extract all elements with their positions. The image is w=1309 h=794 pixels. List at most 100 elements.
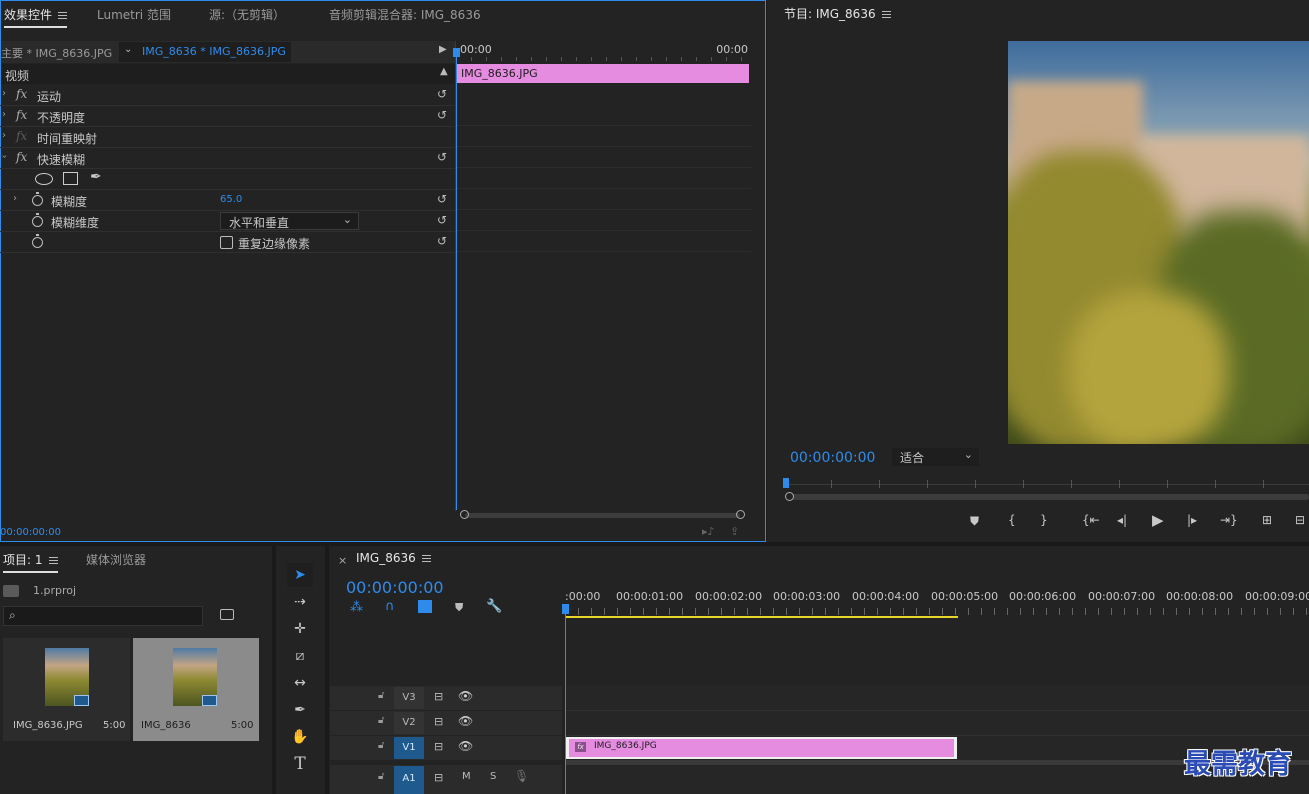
blur-amount-value[interactable]: 65.0 [220,194,242,205]
ec-zoom-scrollbar[interactable] [460,510,745,520]
lock-icon[interactable]: 🔓︎ [378,771,384,782]
sync-lock-icon[interactable]: ⊟ [434,771,443,784]
reset-icon[interactable]: ↺ [437,87,447,101]
zoom-fit-select[interactable]: 适合 ⌄ [892,448,979,466]
program-zoom-scrollbar[interactable] [785,492,1309,502]
go-to-in-icon[interactable]: {⇤ [1082,513,1100,527]
blur-dimension-select[interactable]: 水平和垂直 ⌄ [220,212,359,230]
tab-project[interactable]: 项目: 1 [3,551,58,573]
go-to-out-icon[interactable]: ⇥} [1220,513,1238,527]
lock-icon[interactable]: 🔓︎ [378,715,384,726]
fx-icon[interactable]: fx [16,108,27,122]
ec-timecode[interactable]: 00:00:00:00 [0,527,61,538]
chevron-down-icon[interactable]: › [0,155,10,159]
scroll-left-handle[interactable] [785,492,794,501]
clip-selector-dropdown[interactable]: ⌄ IMG_8636 * IMG_8636.JPG [119,42,291,62]
panel-menu-icon[interactable] [48,557,58,564]
track-target-v1[interactable]: V1 [394,737,424,759]
play-icon[interactable]: ▶ [1152,511,1164,529]
project-item-jpg[interactable]: IMG_8636.JPG 5:00 [3,638,130,741]
tab-effect-controls[interactable]: 效果控件 [4,6,68,28]
effect-row-time-remap[interactable]: › fx 时间重映射 [0,127,455,148]
ellipse-mask-icon[interactable] [35,173,53,185]
timeline-ruler[interactable]: :00:00 00:00:01:00 00:00:02:00 00:00:03:… [565,588,1309,618]
program-timecode[interactable]: 00:00:00:00 [790,450,875,466]
eye-icon[interactable]: 👁︎ [458,689,473,703]
tab-source[interactable]: 源:（无剪辑） [209,6,285,23]
repeat-edge-checkbox[interactable] [220,236,233,249]
fx-icon[interactable]: fx [16,150,27,164]
hand-tool-icon[interactable]: ✋ [287,725,313,749]
track-select-tool-icon[interactable]: ⇢ [287,590,313,614]
new-search-bin-icon[interactable] [220,609,234,620]
program-video-frame[interactable] [1008,41,1309,444]
type-tool-icon[interactable]: T [287,752,313,776]
pen-mask-icon[interactable]: ✒ [90,169,102,185]
ripple-edit-tool-icon[interactable]: ✛ [287,617,313,641]
timeline-playhead-handle[interactable] [562,604,569,614]
reset-icon[interactable]: ↺ [437,108,447,122]
add-marker-icon[interactable]: ⛊ [455,601,463,615]
tab-lumetri-scopes[interactable]: Lumetri 范围 [97,6,171,23]
rectangle-mask-icon[interactable] [63,172,78,185]
linked-selection-icon[interactable] [418,600,432,613]
selection-tool-icon[interactable]: ➤ [287,563,313,587]
mark-out-icon[interactable]: } [1040,513,1048,527]
reset-icon[interactable]: ↺ [437,192,447,206]
play-audio-icon[interactable]: ▸♪ [702,525,715,538]
work-area-bar[interactable] [566,616,958,618]
timeline-clip-v1[interactable]: fx IMG_8636.JPG [566,737,957,759]
chevron-right-icon[interactable]: › [2,130,6,141]
scroll-right-handle[interactable] [736,510,745,519]
track-target-v2[interactable]: V2 [394,712,424,734]
lift-icon[interactable]: ⊞ [1262,513,1272,527]
add-marker-icon[interactable]: ⛊ [970,514,979,529]
ec-clip-bar[interactable]: IMG_8636.JPG [457,64,749,83]
eye-icon[interactable]: 👁︎ [458,714,473,728]
settings-wrench-icon[interactable]: 🔧 [486,599,502,614]
sync-lock-icon[interactable]: ⊟ [434,740,443,753]
stopwatch-icon[interactable] [32,213,43,227]
mute-button[interactable]: M [462,771,471,782]
nest-icon[interactable]: ⁂ [350,600,363,615]
project-search-input[interactable]: ⌕ [3,606,203,626]
tab-media-browser[interactable]: 媒体浏览器 [86,551,146,568]
microphone-icon[interactable]: 🎙︎ [514,769,529,783]
step-back-icon[interactable]: ◂| [1117,513,1127,527]
close-icon[interactable]: × [338,554,347,567]
play-only-clip-icon[interactable]: ▶ [439,44,447,55]
slip-tool-icon[interactable]: ↔ [287,671,313,695]
stopwatch-icon[interactable] [32,234,43,248]
chevron-right-icon[interactable]: › [13,193,17,204]
step-forward-icon[interactable]: |▸ [1187,513,1197,527]
lock-icon[interactable]: 🔓︎ [378,690,384,701]
fx-icon[interactable]: fx [16,87,27,101]
chevron-right-icon[interactable]: › [2,88,6,99]
track-target-a1[interactable]: A1 [394,766,424,794]
tab-audio-clip-mixer[interactable]: 音频剪辑混合器: IMG_8636 [329,6,481,23]
eye-icon[interactable]: 👁︎ [458,739,473,753]
project-item-sequence[interactable]: IMG_8636 5:00 [133,638,259,741]
reset-icon[interactable]: ↺ [437,234,447,248]
panel-menu-icon[interactable] [881,11,891,18]
pen-tool-icon[interactable]: ✒ [287,698,313,722]
export-icon[interactable]: ⇪ [730,525,739,538]
mark-in-icon[interactable]: { [1008,513,1016,527]
program-monitor-title[interactable]: 节目: IMG_8636 [784,5,891,22]
collapse-up-icon[interactable]: ▲ [440,66,448,77]
sync-lock-icon[interactable]: ⊟ [434,715,443,728]
tab-sequence[interactable]: IMG_8636 [356,551,431,565]
program-playhead-icon[interactable] [783,478,789,488]
snap-icon[interactable]: ∩ [385,599,395,614]
panel-menu-icon[interactable] [421,555,431,562]
razor-tool-icon[interactable]: ⧄ [287,644,313,668]
ec-playhead-handle[interactable] [453,48,460,57]
stopwatch-icon[interactable] [32,192,43,206]
effect-row-motion[interactable]: › fx 运动 ↺ [0,85,455,106]
effect-row-opacity[interactable]: › fx 不透明度 ↺ [0,106,455,127]
extract-icon[interactable]: ⊟ [1295,513,1305,527]
lock-icon[interactable]: 🔓︎ [378,740,384,751]
program-time-ruler[interactable] [783,478,1309,492]
track-target-v3[interactable]: V3 [394,687,424,709]
scroll-left-handle[interactable] [460,510,469,519]
